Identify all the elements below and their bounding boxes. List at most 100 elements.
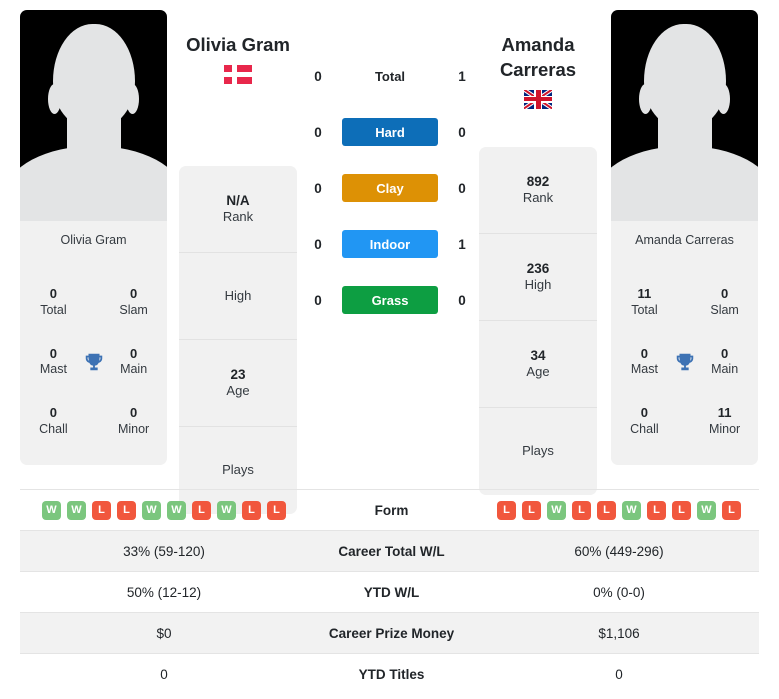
titles-minor-label: Minor <box>708 421 741 436</box>
form-badge-l[interactable]: L <box>192 500 211 520</box>
info-rank-value: N/A <box>226 192 250 208</box>
form-badge-w[interactable]: W <box>167 500 186 520</box>
player-name-right[interactable]: Amanda Carreras <box>463 33 613 109</box>
titles-main-label: Main <box>120 362 148 377</box>
table-row-label-ytd_titles: YTD Titles <box>358 666 425 682</box>
form-badge-w[interactable]: W <box>217 500 236 520</box>
h2h-grass-label-wrap: Grass <box>336 286 444 314</box>
titles-chall-value: 0 <box>49 405 57 421</box>
player-avatar-left <box>20 10 167 221</box>
player-card-name-left: Olivia Gram <box>60 233 127 247</box>
h2h-indoor-left-score: 0 <box>314 236 322 252</box>
titles-chall-right: 0 Chall <box>617 405 672 437</box>
form-badge-w[interactable]: W <box>42 500 61 520</box>
form-badge-l[interactable]: L <box>92 500 111 520</box>
titles-main-left: 0 Main <box>106 346 161 378</box>
titles-row: 0 Chall 11 Minor <box>611 405 758 437</box>
player-name-right-text: Amanda Carreras <box>499 34 577 80</box>
info-age-left: 23 Age <box>179 340 297 427</box>
form-badge-l[interactable]: L <box>597 500 616 520</box>
table-value-right-career_total_wl: 60% (449-296) <box>574 543 664 559</box>
titles-chall-label: Chall <box>39 421 68 436</box>
player-name-left[interactable]: Olivia Gram <box>163 33 313 84</box>
table-row-ytd_wl: 50% (12-12) YTD W/L 0% (0-0) <box>20 571 759 612</box>
titles-slam-label: Slam <box>119 302 148 317</box>
table-cell-right-career_total_wl: 60% (449-296) <box>479 544 759 559</box>
titles-chall-label: Chall <box>630 421 659 436</box>
player-card-left[interactable]: Olivia Gram 0 Total 0 Slam 0 Mast 0 Main… <box>20 10 167 465</box>
titles-slam-value: 0 <box>129 286 138 302</box>
form-badge-l[interactable]: L <box>267 500 286 520</box>
player-name-left-text: Olivia Gram <box>186 34 290 55</box>
titles-total-left: 0 Total <box>26 286 81 318</box>
form-badge-w[interactable]: W <box>622 500 641 520</box>
head-to-head-panel: 0 Total 1 0 Hard 0 0 Clay 0 0 Indoor 1 0 Grass 0 <box>300 62 480 342</box>
form-badge-l[interactable]: L <box>117 500 136 520</box>
form-badge-w[interactable]: W <box>697 500 716 520</box>
h2h-total-label: Total <box>374 68 406 84</box>
avatar-shoulders <box>20 146 167 221</box>
flag-wrap-left <box>163 64 313 84</box>
info-rank-label: Rank <box>522 190 554 206</box>
form-badge-l[interactable]: L <box>722 500 741 520</box>
titles-mast-right: 0 Mast <box>617 346 672 378</box>
form-badge-l[interactable]: L <box>242 500 261 520</box>
info-high-label: High <box>224 287 252 303</box>
titles-chall-value: 0 <box>640 405 648 421</box>
table-row-label-form: Form <box>374 502 409 518</box>
titles-minor-right: 11 Minor <box>697 405 752 437</box>
h2h-grass-right-score: 0 <box>458 292 466 308</box>
h2h-clay-left-score: 0 <box>314 180 322 196</box>
h2h-row-total: 0 Total 1 <box>300 62 480 90</box>
titles-mast-value: 0 <box>49 345 57 361</box>
table-cell-right-ytd_titles: 0 <box>479 667 759 682</box>
player-card-right[interactable]: Amanda Carreras 11 Total 0 Slam 0 Mast 0… <box>611 10 758 465</box>
titles-minor-left: 0 Minor <box>106 405 161 437</box>
h2h-row-indoor: 0 Indoor 1 <box>300 230 480 258</box>
titles-chall-left: 0 Chall <box>26 405 81 437</box>
comparison-table: W W L L W W L W L L Form L L W L L W L L W L 33% (59-120) Care… <box>20 489 759 694</box>
h2h-total-left-score: 0 <box>314 68 322 84</box>
info-high-label: High <box>524 277 552 293</box>
surface-badge-indoor[interactable]: Indoor <box>342 230 438 258</box>
h2h-clay-right-score: 0 <box>458 180 466 196</box>
table-value-left-career_total_wl: 33% (59-120) <box>123 543 205 559</box>
surface-badge-grass[interactable]: Grass <box>342 286 438 314</box>
table-row-label-career_total_wl: Career Total W/L <box>338 543 445 559</box>
titles-slam-left: 0 Slam <box>106 286 161 318</box>
table-value-right-career_prize_money: $1,106 <box>598 625 640 641</box>
info-plays-label: Plays <box>222 462 254 478</box>
info-plays-right: Plays <box>479 408 597 495</box>
form-badge-w[interactable]: W <box>547 500 566 520</box>
surface-badge-hard[interactable]: Hard <box>342 118 438 146</box>
info-high-left: High <box>179 253 297 340</box>
form-badge-l[interactable]: L <box>647 500 666 520</box>
players-overview: Olivia Gram 0 Total 0 Slam 0 Mast 0 Main… <box>0 0 779 514</box>
table-cell-left-form: WWLLWWLWLL <box>20 500 304 520</box>
titles-row: 0 Chall 0 Minor <box>20 405 167 437</box>
form-badge-l[interactable]: L <box>572 500 591 520</box>
table-value-right-ytd_wl: 0% (0-0) <box>593 584 645 600</box>
h2h-row-hard: 0 Hard 0 <box>300 118 480 146</box>
player-info-card-left: N/A Rank High 23 Age Plays <box>179 166 297 514</box>
form-badge-w[interactable]: W <box>142 500 161 520</box>
titles-main-label: Main <box>711 362 739 377</box>
titles-row: 0 Mast 0 Main <box>20 346 167 378</box>
form-badge-l[interactable]: L <box>672 500 691 520</box>
info-age-label: Age <box>226 383 250 399</box>
trophy-icon <box>81 351 106 373</box>
united-kingdom-flag-icon <box>524 89 552 109</box>
h2h-total-label-wrap: Total <box>336 69 444 84</box>
player-avatar-right <box>611 10 758 221</box>
titles-minor-label: Minor <box>117 421 150 436</box>
table-row-career_total_wl: 33% (59-120) Career Total W/L 60% (449-296… <box>20 530 759 571</box>
form-badge-l[interactable]: L <box>522 500 541 520</box>
h2h-indoor-right-score: 1 <box>458 236 466 252</box>
form-badge-l[interactable]: L <box>497 500 516 520</box>
titles-total-label: Total <box>631 302 658 317</box>
form-badge-w[interactable]: W <box>67 500 86 520</box>
player-card-name-right: Amanda Carreras <box>635 233 734 247</box>
surface-badge-clay[interactable]: Clay <box>342 174 438 202</box>
avatar-ear-left <box>639 84 652 114</box>
titles-total-right: 11 Total <box>617 286 672 318</box>
